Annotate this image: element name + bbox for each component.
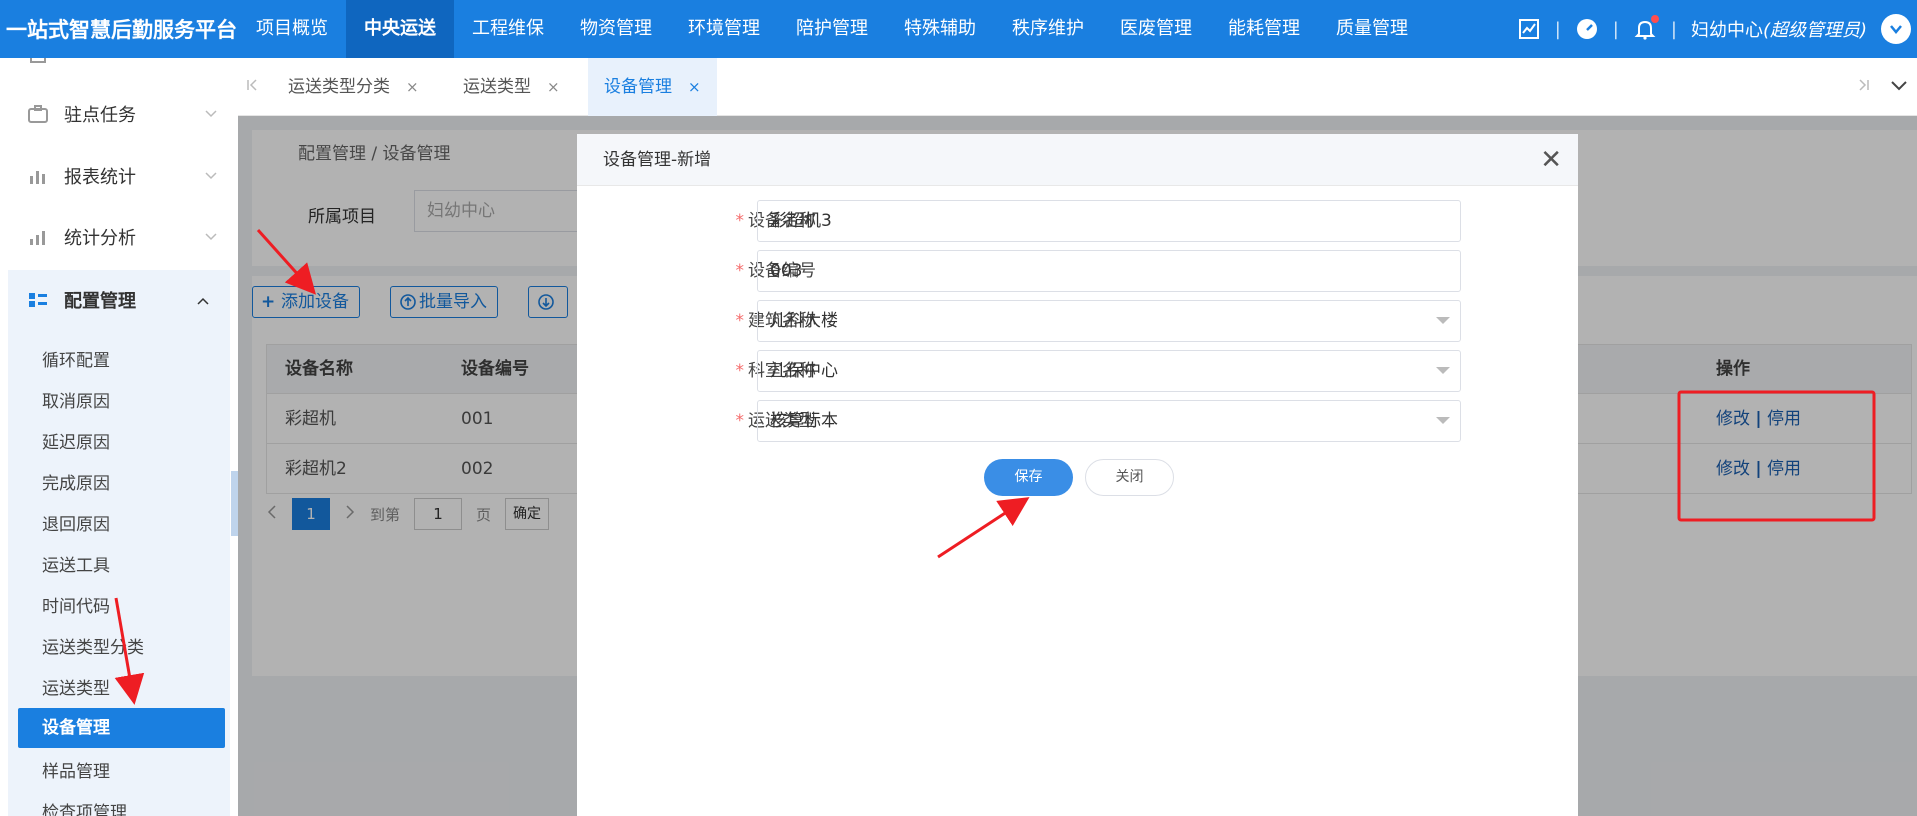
sidebar-sub-item[interactable]: 运送类型	[42, 674, 110, 699]
top-nav-item[interactable]: 物资管理	[562, 0, 670, 58]
sidebar-sub-item[interactable]: 样品管理	[42, 757, 110, 782]
sidebar-group-partial[interactable]	[0, 58, 238, 80]
analysis-chart-icon	[28, 227, 48, 247]
form-row-equipment-name: * 设备名称 彩超机3	[577, 200, 1578, 242]
equipment-name-input[interactable]: 彩超机3	[757, 200, 1461, 242]
list-settings-icon	[28, 290, 48, 310]
sidebar-group-label: 驻点任务	[64, 105, 136, 126]
form-row-equipment-code: * 设备编号 003	[577, 250, 1578, 292]
form-row-building: * 建筑名称 儿科大楼	[577, 300, 1578, 342]
caret-down-icon	[1436, 317, 1450, 324]
top-nav-item[interactable]: 医废管理	[1102, 0, 1210, 58]
sidebar-group-reports[interactable]: 报表统计	[0, 152, 238, 200]
sidebar-group-config[interactable]: 配置管理	[8, 270, 230, 330]
user-menu-chevron-icon[interactable]	[1881, 14, 1911, 44]
transport-type-select[interactable]: 核算标本	[757, 400, 1461, 442]
sidebar-sub-item[interactable]: 取消原因	[42, 387, 110, 412]
caret-down-icon	[1436, 367, 1450, 374]
sidebar-sub-item-active[interactable]: 设备管理	[18, 708, 225, 748]
sidebar-group-label: 报表统计	[64, 167, 136, 188]
tabs-dropdown-chevron-icon[interactable]	[1890, 58, 1908, 116]
chevron-up-icon	[196, 292, 210, 313]
add-equipment-dialog: 设备管理-新增 ✕ * 设备名称 彩超机3 * 设备编号 003 * 建筑名称 儿科大…	[577, 134, 1578, 816]
cancel-button[interactable]: 关闭	[1085, 459, 1174, 496]
sidebar-sub-item[interactable]: 运送类型分类	[42, 633, 144, 658]
sidebar-group-label: 统计分析	[64, 228, 136, 249]
tabs-scroll-right-icon[interactable]	[1856, 58, 1870, 116]
top-nav-item[interactable]: 特殊辅助	[886, 0, 994, 58]
sidebar: 驻点任务 报表统计 统计分析 配置管理 循环配置 取消原因 延迟原因 完成原因 …	[0, 58, 238, 816]
bar-chart-icon	[28, 166, 48, 186]
sidebar-sub-item[interactable]: 退回原因	[42, 510, 110, 535]
tabs-bar: 运送类型分类 × 运送类型 × 设备管理 ×	[238, 58, 1917, 116]
user-name[interactable]: 妇幼中心(超级管理员)	[1691, 16, 1867, 42]
briefcase-icon	[28, 104, 48, 124]
top-nav-item[interactable]: 能耗管理	[1210, 0, 1318, 58]
tab-label: 运送类型分类	[288, 77, 390, 97]
tab-transport-type-category[interactable]: 运送类型分类 ×	[288, 58, 419, 116]
chevron-down-icon	[204, 104, 218, 125]
notification-dot	[1650, 15, 1659, 23]
top-nav-item[interactable]: 项目概览	[238, 0, 346, 58]
sidebar-sub-item[interactable]: 检查项管理	[42, 798, 127, 816]
sidebar-group-label: 配置管理	[64, 291, 136, 312]
chevron-down-icon	[204, 227, 218, 248]
dialog-title: 设备管理-新增	[603, 150, 712, 170]
building-select[interactable]: 儿科大楼	[757, 300, 1461, 342]
top-nav-item[interactable]: 陪护管理	[778, 0, 886, 58]
tab-transport-type[interactable]: 运送类型 ×	[463, 58, 560, 116]
top-nav-item-active[interactable]: 中央运送	[346, 0, 454, 58]
close-icon[interactable]: ×	[688, 78, 701, 96]
trend-chart-icon[interactable]	[1517, 17, 1541, 41]
sidebar-sub-item[interactable]: 运送工具	[42, 551, 110, 576]
save-button[interactable]: 保存	[984, 459, 1073, 496]
bell-icon[interactable]	[1633, 15, 1659, 41]
menu-icon	[28, 58, 48, 66]
app-title: 一站式智慧后勤服务平台	[6, 18, 237, 42]
equipment-code-input[interactable]: 003	[757, 250, 1461, 292]
sidebar-sub-item[interactable]: 延迟原因	[42, 428, 110, 453]
top-nav-item[interactable]: 环境管理	[670, 0, 778, 58]
sidebar-sub-item[interactable]: 时间代码	[42, 592, 110, 617]
sidebar-sub-item[interactable]: 完成原因	[42, 469, 110, 494]
tab-label: 设备管理	[604, 77, 672, 97]
chevron-down-icon	[204, 166, 218, 187]
top-right-tools: | | | 妇幼中心(超级管理员)	[1517, 0, 1911, 58]
dialog-header: 设备管理-新增 ✕	[577, 134, 1578, 186]
top-nav-item[interactable]: 质量管理	[1318, 0, 1426, 58]
sidebar-group-station-tasks[interactable]: 驻点任务	[0, 90, 238, 138]
close-icon[interactable]: ×	[547, 78, 560, 96]
top-nav-item[interactable]: 秩序维护	[994, 0, 1102, 58]
caret-down-icon	[1436, 417, 1450, 424]
sidebar-sub-item[interactable]: 循环配置	[42, 346, 110, 371]
close-icon[interactable]: ✕	[1540, 134, 1562, 186]
sidebar-group-analysis[interactable]: 统计分析	[0, 213, 238, 261]
dashboard-gauge-icon[interactable]	[1575, 17, 1599, 41]
top-bar: 一站式智慧后勤服务平台 项目概览 中央运送 工程维保 物资管理 环境管理 陪护管…	[0, 0, 1917, 58]
form-row-department: * 科室名称 儿保中心	[577, 350, 1578, 392]
department-select[interactable]: 儿保中心	[757, 350, 1461, 392]
tabs-scroll-left-icon[interactable]	[246, 58, 260, 116]
form-row-transport-type: * 运送类型 核算标本	[577, 400, 1578, 442]
top-nav: 项目概览 中央运送 工程维保 物资管理 环境管理 陪护管理 特殊辅助 秩序维护 …	[238, 0, 1426, 58]
tab-equipment-management[interactable]: 设备管理 ×	[588, 58, 717, 116]
close-icon[interactable]: ×	[406, 78, 419, 96]
top-nav-item[interactable]: 工程维保	[454, 0, 562, 58]
tab-label: 运送类型	[463, 77, 531, 97]
